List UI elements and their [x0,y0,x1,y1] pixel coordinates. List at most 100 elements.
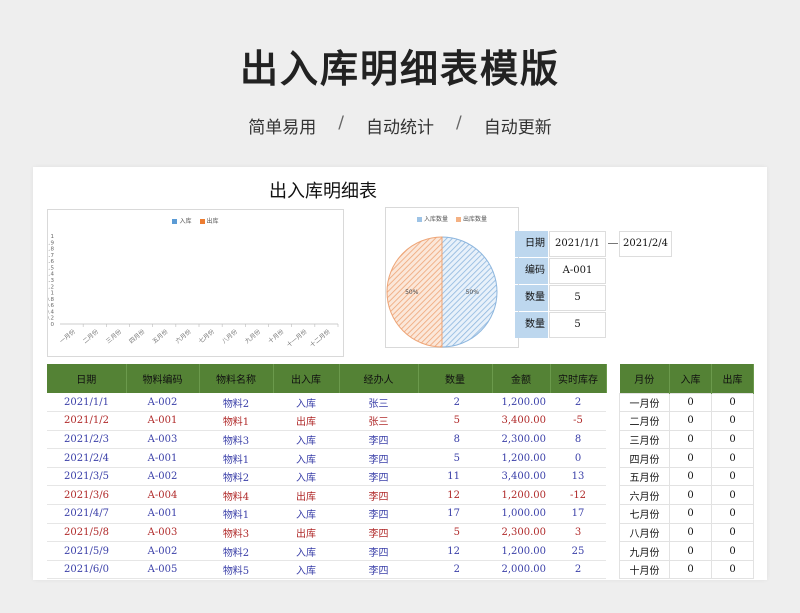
col-header[interactable]: 经办人 [339,364,419,393]
table-cell[interactable]: 出库 [273,485,339,506]
table-cell[interactable]: A-002 [126,393,199,413]
table-cell[interactable]: A-002 [126,541,199,561]
table-cell[interactable]: 3,400.00 [492,411,550,431]
table-cell[interactable]: 0 [669,522,712,543]
table-cell[interactable]: 0 [711,448,754,468]
bar-chart[interactable]: 入库 出库 11.91.81.71.61.51.41.31.210.80.60.… [47,209,344,357]
table-row[interactable]: 一月份 0 0 [619,392,754,413]
table-cell[interactable]: 0 [669,448,712,468]
table-cell[interactable]: 2021/2/4 [47,448,126,468]
table-cell[interactable]: A-004 [126,485,199,506]
table-cell[interactable]: 物料1 [199,448,273,468]
table-cell[interactable]: 物料2 [199,393,273,413]
table-cell[interactable]: 0 [550,448,606,468]
table-cell[interactable]: 0 [669,429,712,450]
table-row[interactable]: 三月份 0 0 [619,429,754,450]
table-cell[interactable]: 11 [418,467,492,487]
table-cell[interactable]: 2,300.00 [492,523,550,543]
table-cell[interactable]: 0 [711,392,754,413]
table-cell[interactable]: 0 [711,429,754,450]
table-cell[interactable]: 物料1 [199,504,273,524]
table-cell[interactable]: 2021/5/9 [47,541,126,561]
table-row[interactable]: 二月份 0 0 [619,411,754,431]
table-cell[interactable]: 2 [550,560,606,580]
table-cell[interactable]: 张三 [339,411,418,431]
table-row[interactable]: 十月份 0 0 [619,559,754,580]
table-cell[interactable]: 2021/3/6 [47,485,126,506]
col-header[interactable]: 数量 [418,364,493,393]
table-cell[interactable]: 17 [550,504,606,524]
table-cell[interactable]: 2021/3/5 [47,467,126,487]
table-cell[interactable]: 李四 [339,448,418,468]
col-header[interactable]: 日期 [47,364,127,393]
table-row[interactable]: 2021/4/7 A-001 物料1 入库 李四 17 1,000.00 17 [47,504,606,524]
table-cell[interactable]: 0 [711,522,754,543]
table-cell[interactable]: 物料3 [199,523,273,543]
table-cell[interactable]: 李四 [339,485,418,506]
table-cell[interactable]: 李四 [339,430,418,450]
table-cell[interactable]: 入库 [273,504,339,524]
table-cell[interactable]: 八月份 [619,522,670,543]
table-cell[interactable]: 2 [418,560,492,580]
table-cell[interactable]: 七月份 [619,504,670,524]
table-cell[interactable]: 李四 [339,523,418,543]
summary-code[interactable]: A-001 [549,258,606,284]
col-header[interactable]: 出库 [711,364,754,393]
table-row[interactable]: 2021/1/2 A-001 物料1 出库 张三 5 3,400.00 -5 [47,411,606,431]
table-cell[interactable]: 8 [418,430,492,450]
table-row[interactable]: 四月份 0 0 [619,448,754,468]
table-cell[interactable]: 8 [550,430,606,450]
col-header[interactable]: 金额 [492,364,551,393]
col-header[interactable]: 月份 [619,364,670,393]
table-cell[interactable]: 1,200.00 [492,448,550,468]
table-row[interactable]: 2021/3/5 A-002 物料2 入库 李四 11 3,400.00 13 [47,467,606,487]
table-cell[interactable]: 2021/5/8 [47,523,126,543]
table-cell[interactable]: 0 [669,411,712,431]
table-cell[interactable]: 1,200.00 [492,541,550,561]
table-cell[interactable]: 物料1 [199,411,273,431]
table-cell[interactable]: 0 [669,541,712,561]
table-cell[interactable]: 0 [711,466,754,487]
table-cell[interactable]: 物料4 [199,485,273,506]
table-row[interactable]: 七月份 0 0 [619,504,754,524]
summary-end-date[interactable]: 2021/2/4 [619,231,672,257]
table-cell[interactable]: 入库 [273,467,339,487]
col-header[interactable]: 物料编码 [126,364,200,393]
table-cell[interactable]: 李四 [339,467,418,487]
table-cell[interactable]: 2021/1/1 [47,393,126,413]
table-cell[interactable]: 出库 [273,411,339,431]
table-cell[interactable]: 13 [550,467,606,487]
table-row[interactable]: 2021/1/1 A-002 物料2 入库 张三 2 1,200.00 2 [47,393,606,413]
pie-chart[interactable]: 入库数量 出库数量 50% 50% [385,207,519,348]
table-cell[interactable]: 5 [418,523,492,543]
table-cell[interactable]: 0 [711,541,754,561]
table-row[interactable]: 六月份 0 0 [619,485,754,506]
col-header[interactable]: 出入库 [273,364,340,393]
table-cell[interactable]: 0 [711,485,754,506]
table-cell[interactable]: 0 [711,411,754,431]
table-cell[interactable]: 1,200.00 [492,393,550,413]
table-cell[interactable]: 5 [418,411,492,431]
table-cell[interactable]: 三月份 [619,429,670,450]
table-cell[interactable]: 九月份 [619,541,670,561]
table-row[interactable]: 八月份 0 0 [619,522,754,543]
table-cell[interactable]: A-002 [126,467,199,487]
table-cell[interactable]: 1,200.00 [492,485,550,506]
table-cell[interactable]: 0 [711,504,754,524]
table-cell[interactable]: 二月份 [619,411,670,431]
table-cell[interactable]: 2,300.00 [492,430,550,450]
table-row[interactable]: 2021/6/0 A-005 物料5 入库 李四 2 2,000.00 2 [47,560,606,580]
table-cell[interactable]: 入库 [273,393,339,413]
table-cell[interactable]: 12 [418,485,492,506]
table-cell[interactable]: 李四 [339,541,418,561]
summary-in-qty[interactable]: 5 [549,285,606,311]
table-cell[interactable]: 1,000.00 [492,504,550,524]
table-cell[interactable]: A-001 [126,504,199,524]
col-header[interactable]: 入库 [669,364,712,393]
table-cell[interactable]: 李四 [339,560,418,580]
table-cell[interactable]: 六月份 [619,485,670,506]
table-cell[interactable]: 0 [669,559,712,580]
table-cell[interactable]: 十月份 [619,559,670,580]
summary-out-qty[interactable]: 5 [549,312,606,338]
table-cell[interactable]: 2021/6/0 [47,560,126,580]
